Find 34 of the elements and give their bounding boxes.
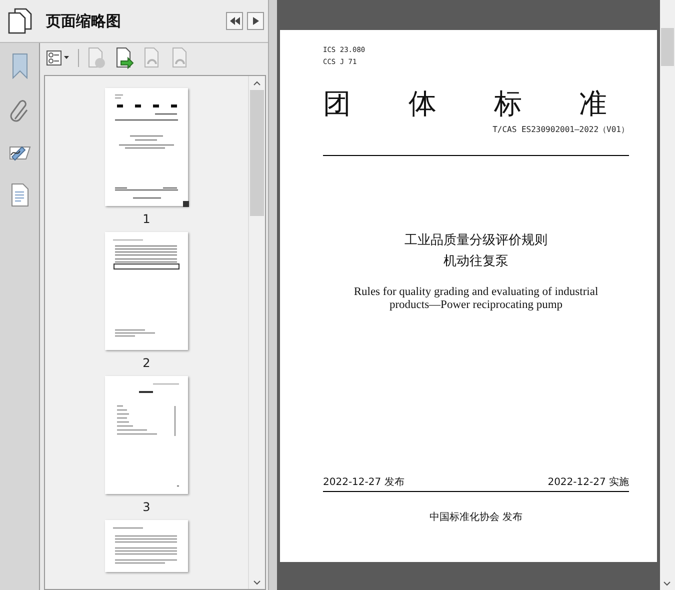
splitter-handle[interactable] bbox=[268, 0, 277, 590]
double-triangle-left-icon bbox=[230, 17, 240, 25]
scroll-down-icon[interactable] bbox=[253, 580, 261, 585]
document-title: 机动往复泵 bbox=[442, 253, 510, 271]
document-title: 工业品质量分级评价规则 bbox=[404, 232, 548, 250]
scroll-thumb[interactable] bbox=[661, 28, 674, 66]
scroll-down-icon[interactable] bbox=[663, 581, 671, 586]
publisher: 中国标准化协会 发布 bbox=[428, 510, 524, 524]
panel-title: 页面缩略图 bbox=[46, 12, 122, 30]
english-title: Rules for quality grading and evaluating of industrial products—Power reciprocating pump bbox=[352, 286, 600, 312]
page-number: 1 bbox=[142, 212, 150, 226]
options-button[interactable] bbox=[46, 50, 70, 66]
standard-heading: 团体标准 bbox=[323, 86, 666, 122]
document-icon[interactable] bbox=[10, 183, 28, 207]
page-thumbnail[interactable] bbox=[105, 88, 188, 206]
pages-icon bbox=[6, 8, 34, 34]
page-number: 3 bbox=[142, 500, 150, 514]
scroll-up-icon[interactable] bbox=[253, 81, 261, 86]
effective-date: 2022-12-27 实施 bbox=[548, 476, 629, 489]
page-thumbnail[interactable] bbox=[105, 376, 188, 494]
expand-button[interactable] bbox=[247, 12, 264, 30]
page-number: 2 bbox=[142, 356, 150, 370]
scroll-thumb[interactable] bbox=[250, 90, 264, 216]
collapse-button[interactable] bbox=[226, 12, 243, 30]
scrollbar[interactable] bbox=[660, 0, 675, 590]
issue-date: 2022-12-27 发布 bbox=[323, 476, 404, 489]
bookmark-icon[interactable] bbox=[10, 53, 28, 79]
triangle-right-icon bbox=[252, 17, 258, 25]
insert-page-button[interactable] bbox=[115, 47, 135, 69]
standard-number: T/CAS ES230902001—2022（V01） bbox=[492, 124, 629, 135]
page-thumbnail[interactable] bbox=[105, 232, 188, 350]
paperclip-icon[interactable] bbox=[10, 99, 30, 123]
scrollbar[interactable] bbox=[248, 76, 265, 589]
page-thumbnail[interactable] bbox=[105, 520, 188, 572]
